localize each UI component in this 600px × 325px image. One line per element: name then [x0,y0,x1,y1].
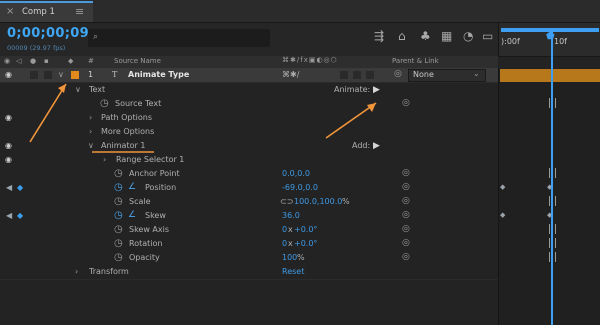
annotation-overlay [29,83,377,153]
annotation-arrow-layer [29,83,67,143]
annotation-arrow-animate [325,102,377,139]
